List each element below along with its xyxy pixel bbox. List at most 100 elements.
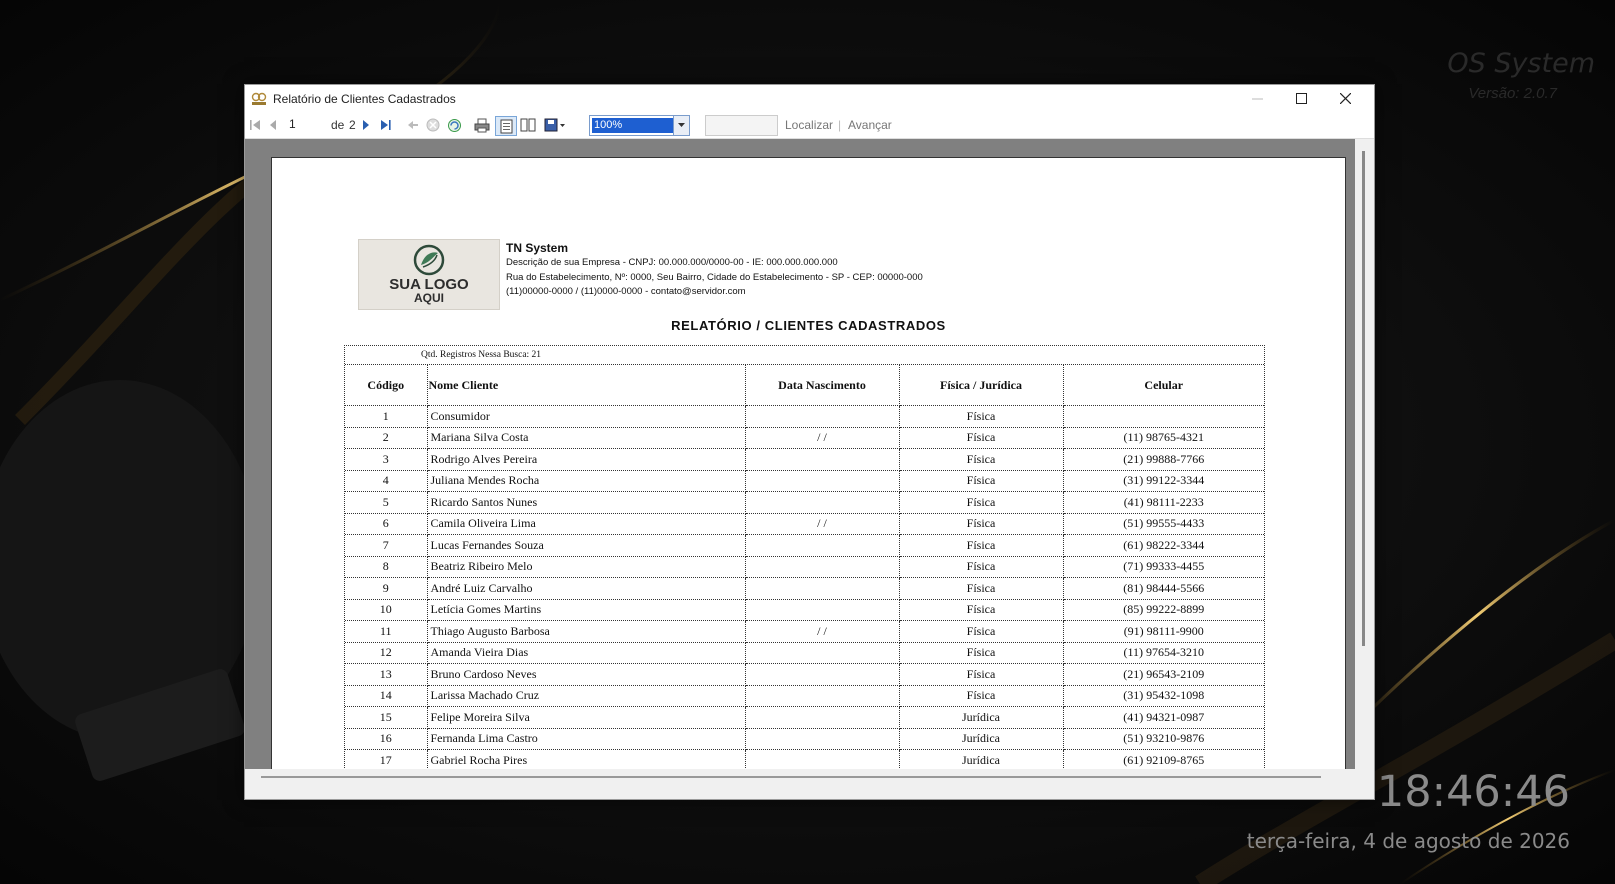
cell-name: Ricardo Santos Nunes	[427, 491, 746, 514]
export-button[interactable]	[543, 116, 567, 134]
cell-code: 12	[345, 642, 428, 664]
logo-text-line2: AQUI	[414, 291, 444, 305]
table-header-row: Código Nome Cliente Data Nascimento Físi…	[345, 365, 1264, 406]
col-header-code: Código	[345, 365, 428, 406]
cell-phone: (51) 99555-4433	[1063, 513, 1264, 535]
cell-name: Gabriel Rocha Pires	[427, 749, 746, 772]
zoom-dropdown-button[interactable]	[673, 115, 690, 136]
company-address: Rua do Estabelecimento, Nº: 0000, Seu Ba…	[506, 271, 923, 283]
cell-name: Juliana Mendes Rocha	[427, 470, 746, 492]
cell-birth-date	[745, 599, 900, 621]
cell-person-type: Física	[899, 534, 1064, 557]
cell-phone	[1063, 405, 1264, 428]
next-page-icon	[363, 120, 369, 130]
maximize-button[interactable]	[1279, 85, 1323, 112]
cell-birth-date: / /	[745, 427, 900, 449]
report-title: RELATÓRIO / CLIENTES CADASTRADOS	[671, 318, 946, 333]
desktop-date: terça-feira, 4 de agosto de 2026	[1246, 829, 1570, 853]
print-layout-button[interactable]	[495, 116, 517, 136]
close-icon	[1339, 93, 1351, 104]
col-header-name: Nome Cliente	[427, 365, 746, 406]
find-input[interactable]	[705, 115, 778, 136]
cell-phone: (41) 94321-0987	[1063, 706, 1264, 729]
page-setup-icon	[520, 118, 536, 132]
cell-phone: (51) 93210-9876	[1063, 728, 1264, 750]
cell-birth-date	[745, 448, 900, 471]
first-page-button[interactable]	[247, 116, 263, 134]
col-header-type: Física / Jurídica	[899, 365, 1064, 406]
title-bar[interactable]: Relatório de Clientes Cadastrados	[245, 85, 1374, 112]
minimize-button[interactable]	[1235, 85, 1279, 112]
find-button[interactable]: Localizar	[785, 118, 833, 132]
cell-code: 4	[345, 470, 428, 492]
cell-name: Rodrigo Alves Pereira	[427, 448, 746, 471]
minimize-icon	[1251, 98, 1263, 100]
cell-phone: (11) 98765-4321	[1063, 427, 1264, 449]
export-save-icon	[544, 118, 565, 132]
cell-birth-date	[745, 577, 900, 600]
report-viewer[interactable]: SUA LOGO AQUI TN System Descrição de sua…	[245, 139, 1355, 784]
chevron-down-icon	[678, 123, 685, 127]
next-page-button[interactable]	[358, 116, 374, 134]
table-row: 7 Lucas Fernandes Souza Física (61) 98222-3…	[345, 534, 1264, 557]
cell-name: Fernanda Lima Castro	[427, 728, 746, 750]
stop-button[interactable]	[425, 116, 441, 134]
page-number-input[interactable]: 1	[289, 116, 323, 133]
report-toolbar: 1 de 2 100% Localizar | Avançar	[245, 112, 1374, 139]
cell-person-type: Física	[899, 685, 1064, 707]
vertical-scroll-thumb[interactable]	[1362, 151, 1365, 646]
cell-phone: (61) 92109-8765	[1063, 749, 1264, 772]
cell-name: Thiago Augusto Barbosa	[427, 620, 746, 643]
refresh-button[interactable]	[445, 116, 463, 134]
horizontal-scroll-thumb[interactable]	[261, 776, 1321, 778]
table-row: 13 Bruno Cardoso Neves Física (21) 96543-21…	[345, 663, 1264, 686]
cell-birth-date	[745, 728, 900, 750]
horizontal-scrollbar[interactable]	[245, 769, 1355, 784]
cell-code: 6	[345, 513, 428, 535]
cell-birth-date	[745, 685, 900, 707]
print-button[interactable]	[473, 116, 491, 134]
close-button[interactable]	[1323, 85, 1367, 112]
page-setup-button[interactable]	[519, 116, 537, 134]
cell-phone: (31) 99122-3344	[1063, 470, 1264, 492]
cell-phone: (21) 96543-2109	[1063, 663, 1264, 686]
table-row: 9 André Luiz Carvalho Física (81) 98444-556…	[345, 577, 1264, 600]
table-row: 3 Rodrigo Alves Pereira Física (21) 99888-7…	[345, 448, 1264, 471]
cell-name: Amanda Vieira Dias	[427, 642, 746, 664]
cell-person-type: Física	[899, 599, 1064, 621]
cell-code: 10	[345, 599, 428, 621]
company-header: TN System Descrição de sua Empresa - CNP…	[506, 240, 923, 300]
cell-birth-date	[745, 470, 900, 492]
cell-name: Felipe Moreira Silva	[427, 706, 746, 729]
cell-name: Letícia Gomes Martins	[427, 599, 746, 621]
cell-code: 7	[345, 534, 428, 557]
cell-person-type: Física	[899, 491, 1064, 514]
cell-birth-date	[745, 706, 900, 729]
cell-person-type: Jurídica	[899, 706, 1064, 729]
previous-page-button[interactable]	[265, 116, 281, 134]
back-arrow-icon	[408, 121, 418, 129]
cell-person-type: Jurídica	[899, 749, 1064, 772]
zoom-select[interactable]: 100%	[589, 115, 690, 136]
table-row: 14 Larissa Machado Cruz Física (31) 95432-1…	[345, 685, 1264, 707]
cell-code: 15	[345, 706, 428, 729]
cell-code: 14	[345, 685, 428, 707]
cell-code: 1	[345, 405, 428, 428]
vertical-scrollbar[interactable]	[1356, 139, 1374, 784]
cell-code: 17	[345, 749, 428, 772]
cell-phone: (71) 99333-4455	[1063, 556, 1264, 578]
company-name: TN System	[506, 241, 569, 255]
find-next-button[interactable]: Avançar	[848, 118, 892, 132]
refresh-icon	[447, 118, 461, 132]
cell-person-type: Física	[899, 663, 1064, 686]
back-button[interactable]	[405, 116, 421, 134]
cell-phone: (85) 99222-8899	[1063, 599, 1264, 621]
last-page-icon	[381, 120, 391, 130]
cell-code: 9	[345, 577, 428, 600]
cell-phone: (91) 98111-9900	[1063, 620, 1264, 643]
last-page-button[interactable]	[378, 116, 394, 134]
cell-code: 11	[345, 620, 428, 643]
table-row: 5 Ricardo Santos Nunes Física (41) 98111-22…	[345, 491, 1264, 514]
cell-phone: (81) 98444-5566	[1063, 577, 1264, 600]
window-title: Relatório de Clientes Cadastrados	[273, 91, 456, 106]
